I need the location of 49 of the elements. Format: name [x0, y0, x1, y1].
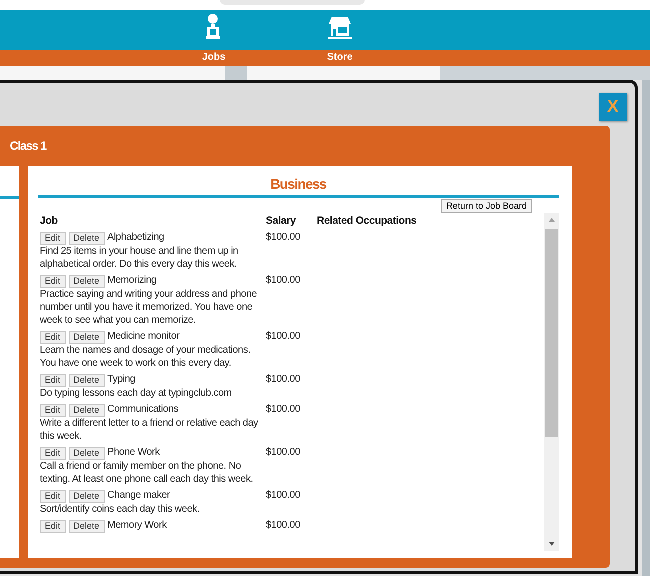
job-name: Phone Work — [108, 446, 160, 460]
job-name: Change maker — [108, 489, 170, 503]
job-description: Learn the names and dosage of your medications. You have one week to work on this every day. — [40, 344, 252, 370]
nav-link[interactable]: Jobs — [202, 50, 226, 66]
salary-cell: $100.00 — [266, 374, 300, 385]
salary-cell: $100.00 — [266, 447, 300, 458]
job-description: Write a different letter to a friend or relative each day this week. — [40, 417, 260, 443]
delete-button[interactable]: Delete — [68, 232, 105, 244]
job-name: Memory Work — [108, 519, 167, 533]
job-name: Alphabetizing — [108, 231, 164, 245]
section-heading: Business — [270, 176, 328, 193]
job-name: Memorizing — [108, 274, 157, 288]
nav-link[interactable]: Store — [327, 50, 353, 66]
delete-button[interactable]: Delete — [68, 274, 105, 288]
edit-button[interactable]: Edit — [40, 446, 66, 460]
scroll-thumb[interactable] — [545, 229, 558, 437]
salary-cell: $100.00 — [266, 490, 300, 501]
job-description: Sort/identify coins each day this week. — [40, 503, 201, 516]
edit-button[interactable]: Edit — [40, 274, 66, 288]
salary-cell: $100.00 — [266, 275, 300, 286]
salary-cell: $100.00 — [266, 232, 300, 243]
job-description: Call a friend or family member on the phone. No texting. At least one phone call each day this week. — [40, 460, 254, 486]
job-description: Do typing lessons each day at typingclub.com — [40, 387, 233, 400]
delete-button[interactable]: Delete — [68, 404, 105, 416]
job-name: Medicine monitor — [108, 330, 180, 344]
edit-button[interactable]: Edit — [40, 404, 66, 416]
class-title: Class 1 — [9, 138, 48, 155]
edit-button[interactable]: Edit — [40, 374, 66, 386]
scrollbar[interactable] — [544, 213, 559, 551]
delete-button[interactable]: Delete — [68, 330, 105, 344]
delete-button[interactable]: Delete — [68, 374, 105, 386]
edit-button[interactable]: Edit — [40, 232, 66, 244]
job-name: Typing — [108, 373, 136, 387]
delete-button[interactable]: Delete — [68, 520, 105, 532]
column-header: Related Occupations — [317, 215, 417, 228]
column-header: Job — [40, 215, 59, 228]
job-description: Practice saying and writing your address and phone number until you have it memorized. You have one week to see what you can memorize. — [40, 288, 258, 327]
salary-cell: $100.00 — [266, 404, 300, 415]
column-header: Salary — [266, 215, 298, 228]
job-name: Communications — [108, 403, 179, 417]
job-description: Find 25 items in your house and line them up in alphabetical order. Do this every day this week. — [40, 245, 240, 271]
edit-button[interactable]: Edit — [40, 330, 66, 344]
delete-button[interactable]: Delete — [68, 446, 105, 460]
return-button[interactable]: Return to Job Board — [441, 199, 532, 213]
delete-button[interactable]: Delete — [68, 490, 105, 502]
salary-cell: $100.00 — [266, 331, 300, 342]
edit-button[interactable]: Edit — [40, 490, 66, 502]
salary-cell: $100.00 — [266, 520, 300, 531]
edit-button[interactable]: Edit — [40, 520, 66, 532]
